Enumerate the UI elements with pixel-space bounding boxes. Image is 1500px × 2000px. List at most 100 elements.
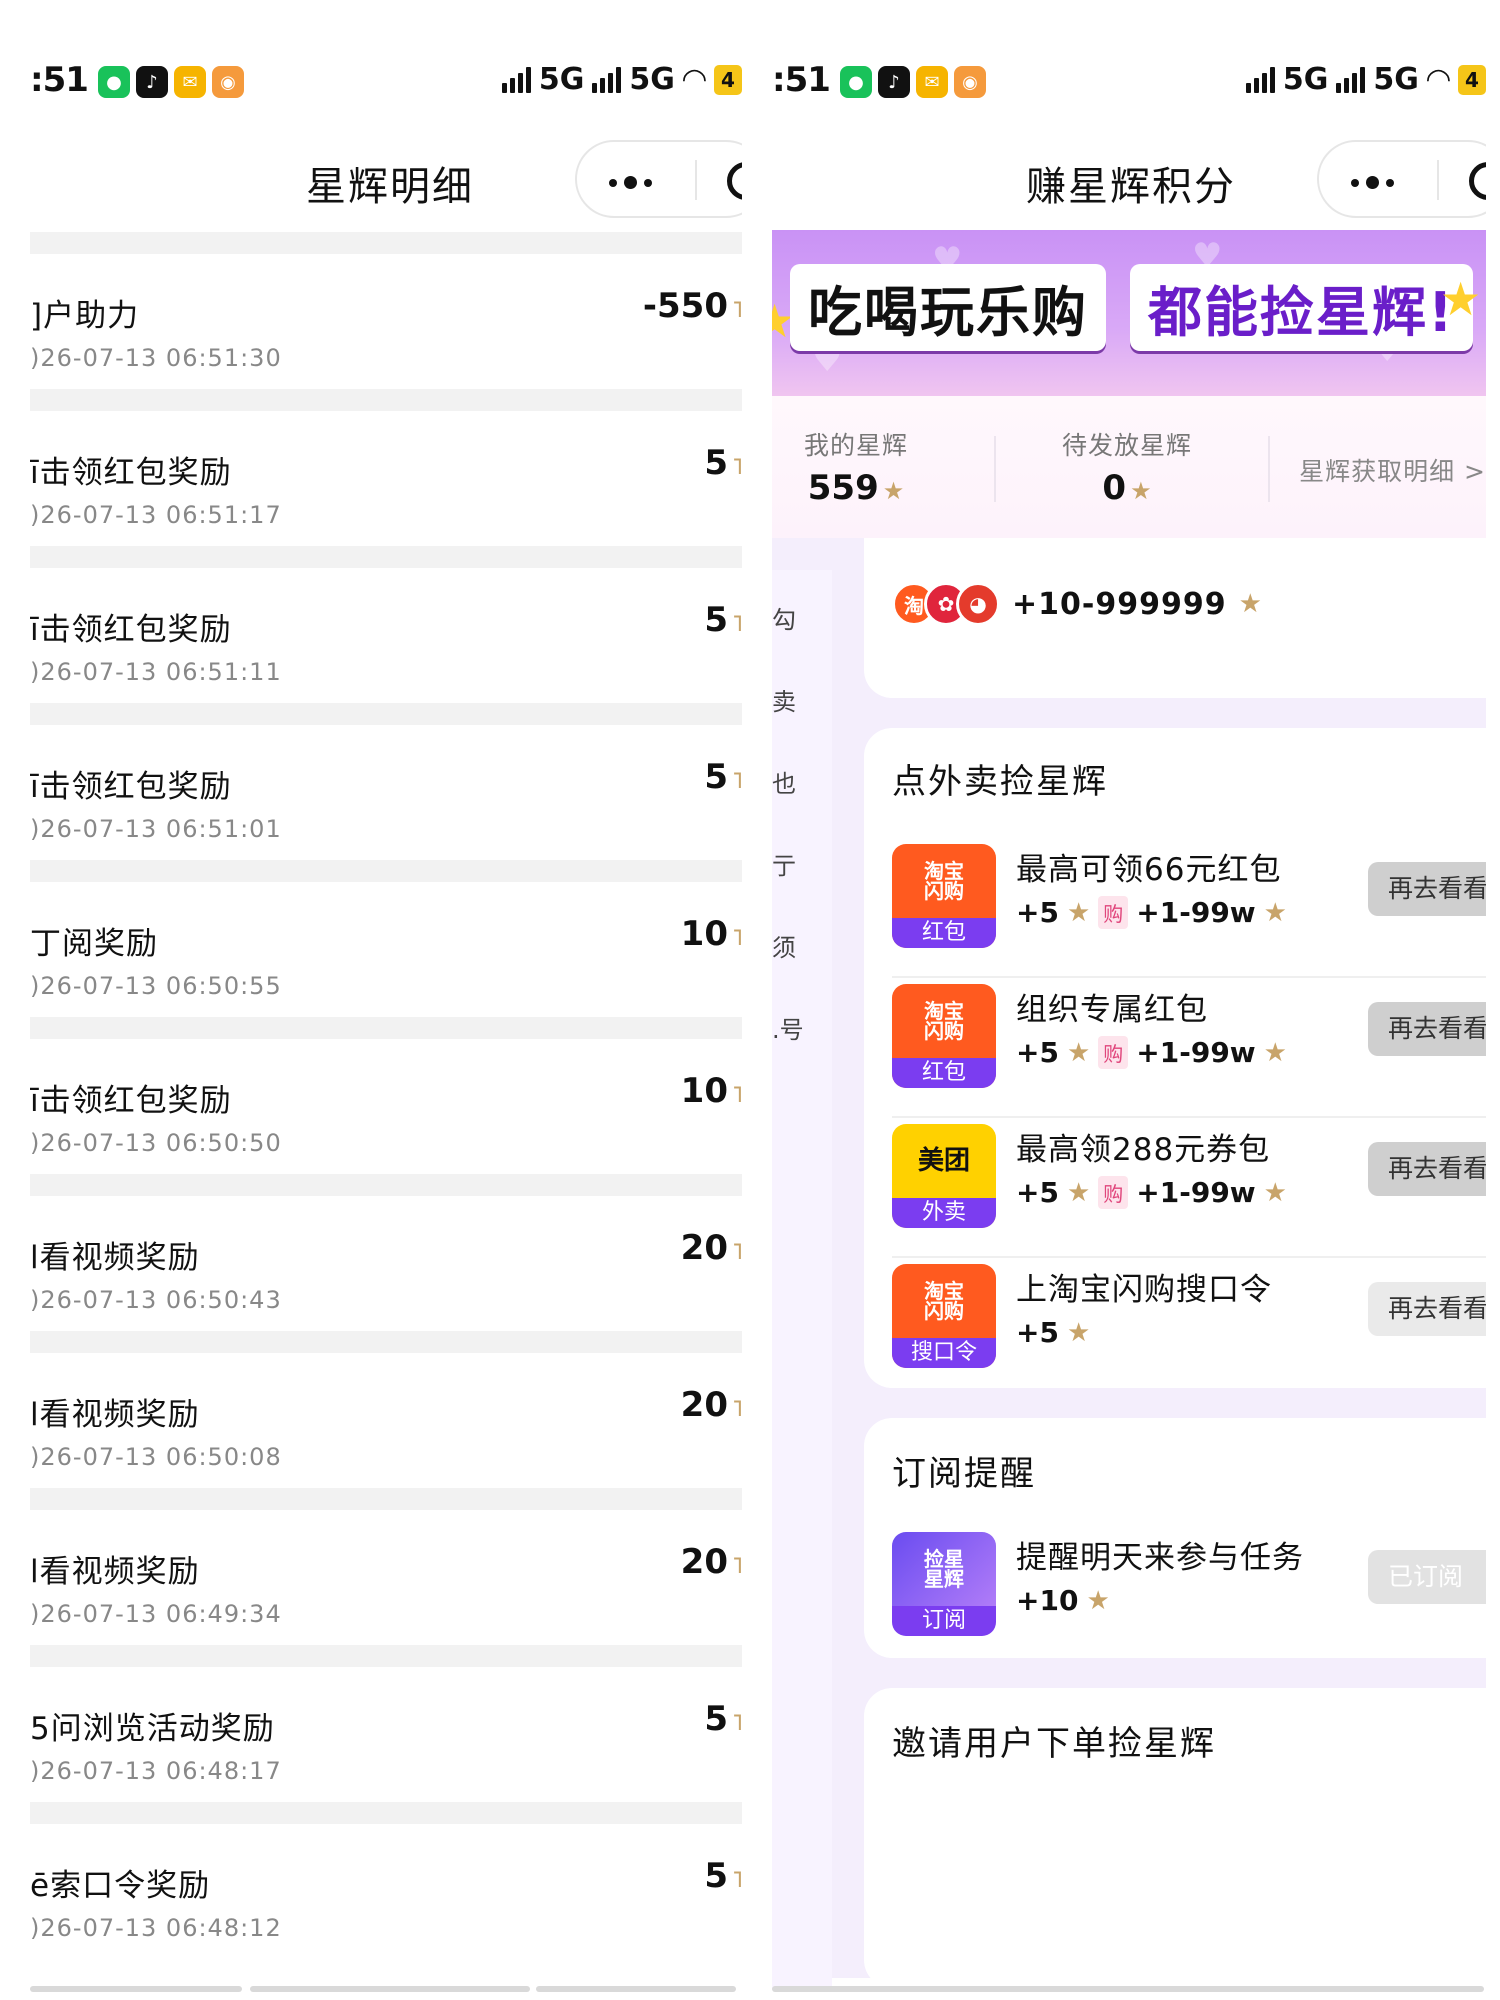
record-row: ]户助力)26-07-13 06:51:30 -550 ˥ [30, 254, 742, 389]
pending-points: 待发放星辉 0 ★ [1062, 431, 1193, 508]
banner-slogan: 吃喝玩乐购 都能捡星辉! [790, 264, 1473, 351]
subscribe-logo-icon: 捡星 星辉 订阅 [892, 1532, 996, 1636]
record-amount: 20 [680, 1228, 728, 1268]
title-bar: 赚星辉积分 [772, 140, 1486, 220]
record-time: )26-07-13 06:49:34 [30, 1600, 282, 1628]
signal-icon [592, 66, 622, 93]
subscribe-task: 捡星 星辉 订阅 提醒明天来参与任务 +10 ★ 已订阅 [892, 1516, 1486, 1666]
star-icon: ˥ [732, 612, 742, 637]
star-icon: ★ [1086, 1585, 1110, 1616]
record-amount: 5 [704, 443, 728, 483]
pending-points-value: 0 [1102, 468, 1127, 508]
scroll-indicator [30, 1986, 242, 1992]
more-icon[interactable] [609, 176, 652, 189]
signal-icon [1245, 66, 1275, 93]
record-amount: 5 [704, 600, 728, 640]
record-amount: 20 [680, 1542, 728, 1582]
brand-card: 淘 ✿ ◕ +10-999999 ★ [864, 538, 1486, 698]
record-amount: 5 [704, 1856, 728, 1896]
record-amount: 10 [680, 1071, 728, 1111]
record-name: ]户助力 [30, 298, 140, 334]
status-bar: :51 ● ♪ ✉ ◉ 5G 5G ◠ 4 [772, 58, 1486, 108]
promo-banner[interactable]: ♥ ♥ ♥ ♥ ★ 吃喝玩乐购 都能捡星辉! ★ [772, 230, 1486, 396]
status-bar: :51 ● ♪ ✉ ◉ 5G 5G ◠ 4 [30, 58, 742, 108]
task-name: 最高领288元券包 [1016, 1132, 1271, 1168]
record-time: )26-07-13 06:48:12 [30, 1914, 282, 1942]
star-icon: ˥ [732, 1240, 742, 1265]
network-label: 5G [1373, 62, 1419, 97]
record-row: 丁阅奖励)26-07-13 06:50:55 10 ˥ [30, 882, 742, 1017]
mail-icon: ✉ [174, 66, 206, 98]
record-time: )26-07-13 06:51:01 [30, 815, 282, 843]
status-app-icons: ● ♪ ✉ ◉ [840, 66, 986, 98]
star-icon: ˥ [732, 1554, 742, 1579]
wechat-icon: ● [840, 66, 872, 98]
sidenav-item[interactable]: 亍 [772, 846, 796, 881]
record-name: ē索口令奖励 [30, 1868, 211, 1904]
section-title: 订阅提醒 [892, 1454, 1036, 1494]
mail-icon: ✉ [916, 66, 948, 98]
close-icon[interactable] [727, 162, 742, 200]
tiktok-icon: ♪ [136, 66, 168, 98]
task-name: 最高可领66元红包 [1016, 852, 1282, 888]
record-row: ī击领红包奖励)26-07-13 06:51:17 5 ˥ [30, 411, 742, 546]
record-row: ī击领红包奖励)26-07-13 06:51:11 5 ˥ [30, 568, 742, 703]
meituan-logo-icon: 美团 外卖 [892, 1124, 996, 1228]
tiktok-icon: ♪ [878, 66, 910, 98]
task-name: 组织专属红包 [1016, 992, 1208, 1028]
star-icon: ★ [1130, 477, 1152, 505]
view-again-button[interactable]: 再去看看 [1368, 862, 1486, 916]
star-icon: ★ [1238, 589, 1262, 619]
task-reward: +5 [1016, 896, 1059, 929]
takeout-task: 淘宝 闪购 红包 最高可领66元红包 +5 ★ 购 +1-99w ★ 再去看看 [892, 828, 1486, 978]
sidenav-item[interactable]: .号 [772, 1010, 804, 1045]
task-gou-reward: +1-99w [1136, 1036, 1256, 1069]
points-detail-screen: :51 ● ♪ ✉ ◉ 5G 5G ◠ 4 星辉明细 ]户助力)26-07-13… [30, 0, 742, 2000]
subscribed-button[interactable]: 已订阅 [1368, 1550, 1486, 1604]
view-again-button[interactable]: 再去看看 [1368, 1002, 1486, 1056]
close-icon[interactable] [1469, 162, 1486, 200]
view-again-button[interactable]: 再去看看 [1368, 1282, 1486, 1336]
star-icon: ˥ [732, 298, 742, 323]
points-detail-link[interactable]: 星辉获取明细 > [1299, 452, 1486, 488]
sidenav-item[interactable]: 也 [772, 764, 796, 799]
record-name: l看视频奖励 [30, 1397, 200, 1433]
mini-program-capsule[interactable] [1317, 140, 1486, 218]
task-reward: +5 [1016, 1316, 1059, 1349]
task-reward: +10 [1016, 1584, 1079, 1617]
invite-section: 邀请用户下单捡星辉 [864, 1688, 1486, 1988]
sidenav-item[interactable]: 卖 [772, 682, 796, 717]
record-time: )26-07-13 06:50:43 [30, 1286, 282, 1314]
signal-icon [501, 66, 531, 93]
star-icon: ˥ [732, 1868, 742, 1893]
takeout-task: 淘宝 闪购 红包 组织专属红包 +5 ★ 购 +1-99w ★ 再去看看 [892, 968, 1486, 1118]
star-icon: ˥ [732, 1711, 742, 1736]
view-again-button[interactable]: 再去看看 [1368, 1142, 1486, 1196]
banner-slogan-part1: 吃喝玩乐购 [790, 264, 1106, 351]
record-row: ē索口令奖励 )26-07-13 06:48:12 5 ˥ [30, 1824, 742, 1959]
more-icon[interactable] [1351, 176, 1394, 189]
sidenav-item[interactable]: 须 [772, 928, 796, 963]
sidenav-item[interactable]: 勾 [772, 600, 796, 635]
scroll-indicator [772, 1986, 1484, 1992]
gou-badge: 购 [1098, 1176, 1129, 1209]
record-time: )26-07-13 06:50:55 [30, 972, 282, 1000]
banner-slogan-part2: 都能捡星辉! [1130, 264, 1473, 351]
status-app-icons: ● ♪ ✉ ◉ [98, 66, 244, 98]
status-right: 5G 5G ◠ 4 [1245, 62, 1486, 97]
page-title: 赚星辉积分 [1026, 164, 1236, 210]
network-label: 5G [629, 62, 675, 97]
weibo-icon: ◉ [212, 66, 244, 98]
record-time: )26-07-13 06:51:11 [30, 658, 282, 686]
task-area: 勾卖也亍须 .号 淘 ✿ ◕ +10-999999 ★ 点外卖捡星辉 淘宝 闪购红… [772, 538, 1486, 1990]
record-name: ī击领红包奖励 [30, 455, 232, 491]
section-title: 点外卖捡星辉 [892, 762, 1108, 802]
task-name: 提醒明天来参与任务 [1016, 1540, 1304, 1576]
record-list: ]户助力)26-07-13 06:51:30 -550 ˥ ī击领红包奖励)26-07… [30, 232, 742, 1959]
takeout-section: 点外卖捡星辉 淘宝 闪购 红包 最高可领66元红包 +5 ★ 购 +1-99w ★ 再去看看 淘宝… [864, 728, 1486, 1388]
record-amount: -550 [642, 286, 728, 326]
signal-icon [1336, 66, 1366, 93]
wifi-icon: ◠ [1426, 62, 1450, 97]
mini-program-capsule[interactable] [575, 140, 742, 218]
star-icon: ˥ [732, 1083, 742, 1108]
